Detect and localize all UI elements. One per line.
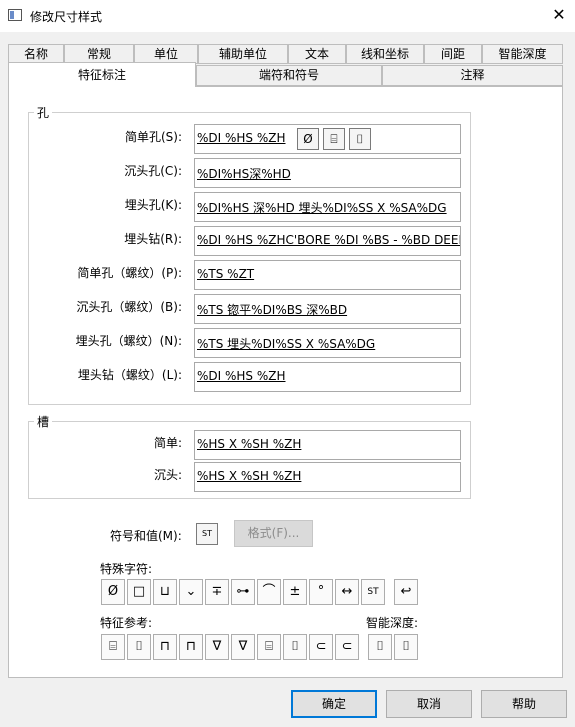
st-char-icon[interactable]: ST <box>361 579 385 605</box>
smart-depth-thread-icon[interactable]: ⌷ <box>394 634 418 660</box>
slot-counterbore-input[interactable]: %HS X %SH %ZH <box>194 462 461 492</box>
plus-minus-icon[interactable]: ± <box>283 579 307 605</box>
counterdrill-threaded-input[interactable]: %DI %HS %ZH <box>194 362 461 392</box>
tab-lines-coords[interactable]: 线和坐标 <box>346 44 424 64</box>
slot-counterbore-label: 沉头: <box>153 468 182 482</box>
counterbore-hole-label: 沉头孔(C): <box>124 164 182 178</box>
countersink-char-icon[interactable]: ⌄ <box>179 579 203 605</box>
feature-ref-csink-dia-icon[interactable]: ∇ <box>205 634 229 660</box>
slot-group-title: 槽 <box>34 413 53 430</box>
slot-simple-label: 简单: <box>153 436 182 450</box>
tab-alt-units[interactable]: 辅助单位 <box>198 44 288 64</box>
return-icon[interactable]: ↩ <box>394 579 418 605</box>
tab-name[interactable]: 名称 <box>8 44 64 64</box>
diameter-char-icon[interactable]: Ø <box>101 579 125 605</box>
counterdrill-input[interactable]: %DI %HS %ZHC'BORE %DI %BS - %BD DEEP <box>194 226 461 256</box>
feature-ref-cbore-depth-icon[interactable]: ⊓ <box>179 634 203 660</box>
smart-depth-label: 智能深度: <box>366 616 419 630</box>
conical-taper-icon[interactable]: ⊶ <box>231 579 255 605</box>
feature-ref-diameter-icon[interactable]: ⌸ <box>101 634 125 660</box>
countersink-hole-input[interactable]: %DI%HS 深%HD 埋头%DI%SS X %SA%DG <box>194 192 461 222</box>
app-icon <box>8 9 22 21</box>
cancel-button[interactable]: 取消 <box>386 690 472 718</box>
window-title: 修改尺寸样式 <box>30 10 103 24</box>
slot-simple-input[interactable]: %HS X %SH %ZH <box>194 430 461 460</box>
close-icon[interactable]: ✕ <box>548 4 570 26</box>
feature-ref-thread-depth-icon[interactable]: ⌷ <box>283 634 307 660</box>
counterdrill-label: 埋头钻(R): <box>124 232 182 246</box>
simple-threaded-input[interactable]: %TS %ZT <box>194 260 461 290</box>
feature-ref-slot-width-icon[interactable]: ⊂ <box>309 634 333 660</box>
st-symbol-button[interactable]: ST <box>196 523 218 545</box>
counterbore-char-icon[interactable]: ⊔ <box>153 579 177 605</box>
depth-char-icon[interactable]: ∓ <box>205 579 229 605</box>
counterbore-threaded-input[interactable]: %TS 锪平%DI%BS 深%BD <box>194 294 461 324</box>
ok-button[interactable]: 确定 <box>291 690 377 718</box>
format-button[interactable]: 格式(F)... <box>234 520 313 547</box>
tab-terminators-symbols[interactable]: 端符和符号 <box>196 65 382 86</box>
tab-smart-depth[interactable]: 智能深度 <box>482 44 563 64</box>
simple-hole-label: 简单孔(S): <box>124 130 182 144</box>
tab-text[interactable]: 文本 <box>288 44 346 64</box>
feature-ref-cbore-dia-icon[interactable]: ⊓ <box>153 634 177 660</box>
special-chars-label: 特殊字符: <box>100 562 153 576</box>
counterbore-threaded-label: 沉头孔（螺纹）(B): <box>76 300 182 314</box>
square-char-icon[interactable]: □ <box>127 579 151 605</box>
feature-ref-thread-dia-icon[interactable]: ⌸ <box>257 634 281 660</box>
hole-group-title: 孔 <box>34 104 53 121</box>
help-button[interactable]: 帮助 <box>481 690 567 718</box>
symbols-values-label: 符号和值(M): <box>110 529 182 543</box>
feature-depth-icon[interactable]: ⌷ <box>349 128 371 150</box>
diameter-icon[interactable]: Ø <box>297 128 319 150</box>
feature-ref-slot-length-icon[interactable]: ⊂ <box>335 634 359 660</box>
tab-spacing[interactable]: 间距 <box>424 44 482 64</box>
tab-feature-dims[interactable]: 特征标注 <box>8 62 196 87</box>
countersink-threaded-label: 埋头孔（螺纹）(N): <box>75 334 182 348</box>
counterdrill-threaded-label: 埋头钻（螺纹）(L): <box>77 368 182 382</box>
countersink-threaded-input[interactable]: %TS 埋头%DI%SS X %SA%DG <box>194 328 461 358</box>
smart-depth-icon[interactable]: ⌷ <box>368 634 392 660</box>
feature-ref-label: 特征参考: <box>100 616 153 630</box>
tab-units[interactable]: 单位 <box>134 44 198 64</box>
feature-ref-csink-angle-icon[interactable]: ∇ <box>231 634 255 660</box>
countersink-hole-label: 埋头孔(K): <box>124 198 182 212</box>
feature-box-icon[interactable]: ⌸ <box>323 128 345 150</box>
degree-icon[interactable]: ° <box>309 579 333 605</box>
tab-general[interactable]: 常规 <box>64 44 134 64</box>
feature-ref-depth-icon[interactable]: ⌷ <box>127 634 151 660</box>
tab-notes[interactable]: 注释 <box>382 65 563 86</box>
simple-threaded-label: 简单孔（螺纹）(P): <box>77 266 182 280</box>
arc-char-icon[interactable]: ⌒ <box>257 579 281 605</box>
counterbore-hole-input[interactable]: %DI%HS深%HD <box>194 158 461 188</box>
double-arrow-icon[interactable]: ↔ <box>335 579 359 605</box>
